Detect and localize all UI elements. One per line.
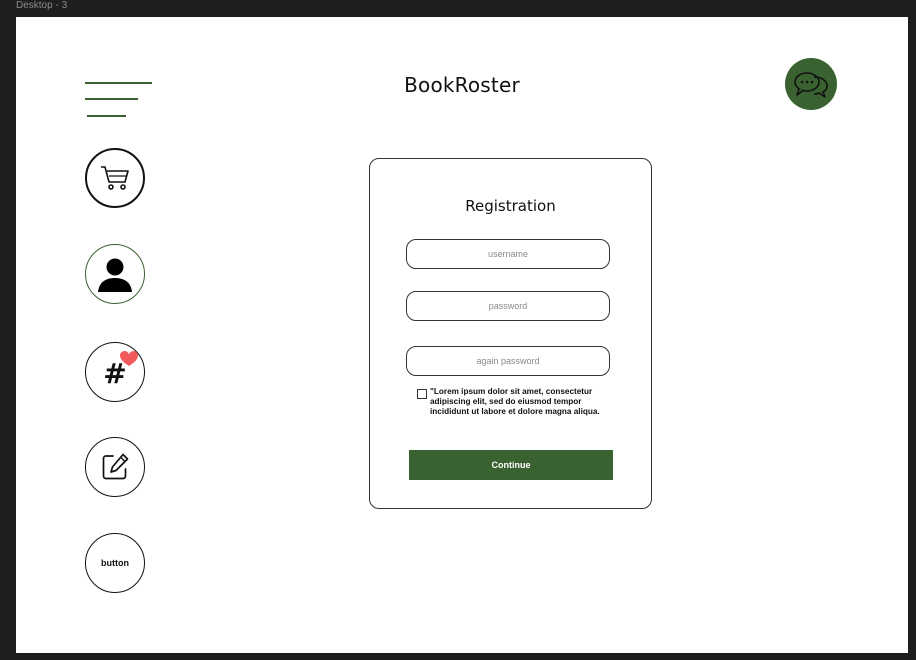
continue-button[interactable]: Continue bbox=[409, 450, 613, 480]
terms-text: "Lorem ipsum dolor sit amet, consectetur… bbox=[430, 387, 600, 416]
sidebar-item-button[interactable]: button bbox=[85, 533, 145, 593]
chat-bubbles-icon bbox=[794, 72, 828, 98]
chat-button[interactable] bbox=[785, 58, 837, 110]
registration-card: Registration "Lorem ipsum dolor sit amet… bbox=[369, 158, 652, 509]
menu-bar-middle bbox=[85, 98, 138, 100]
terms-checkbox[interactable] bbox=[417, 389, 427, 399]
sidebar-item-hashtag[interactable]: # bbox=[85, 342, 145, 402]
again-password-input[interactable] bbox=[406, 346, 610, 376]
sidebar-button-label: button bbox=[101, 558, 129, 568]
app-canvas: BookRoster # button Registration usernam… bbox=[16, 17, 908, 653]
edit-icon bbox=[102, 453, 129, 480]
frame-label: Desktop - 3 bbox=[16, 0, 68, 11]
heart-icon bbox=[120, 351, 138, 366]
shopping-cart-icon bbox=[101, 166, 129, 190]
sidebar-item-edit[interactable] bbox=[85, 437, 145, 497]
sidebar-item-cart[interactable] bbox=[85, 148, 145, 208]
sidebar-item-profile[interactable] bbox=[85, 244, 145, 304]
menu-bar-bottom bbox=[87, 115, 126, 117]
app-title: BookRoster bbox=[404, 73, 520, 97]
registration-title: Registration bbox=[465, 197, 556, 215]
user-icon bbox=[98, 258, 132, 292]
username-input[interactable] bbox=[406, 239, 610, 269]
password-input[interactable] bbox=[406, 291, 610, 321]
